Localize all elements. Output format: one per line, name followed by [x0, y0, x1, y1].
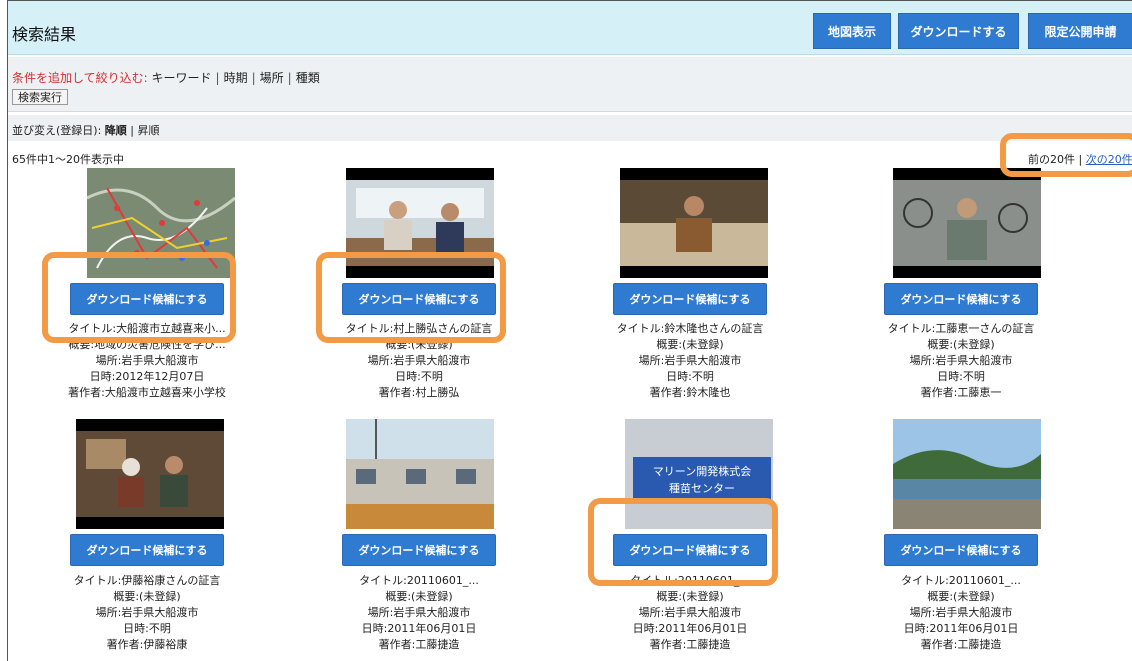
result-author: 著作者:工藤捷造 [920, 638, 1002, 651]
map-view-button[interactable]: 地図表示 [813, 13, 891, 49]
result-place: 場所:岩手県大船渡市 [909, 606, 1013, 619]
result-thumbnail-video[interactable] [893, 168, 1041, 278]
separator: | [287, 71, 292, 85]
result-thumbnail-video[interactable] [620, 168, 768, 278]
add-candidate-button[interactable]: ダウンロード候補にする [342, 534, 496, 566]
result-place: 場所:岩手県大船渡市 [367, 354, 471, 367]
separator: | [251, 71, 256, 85]
add-candidate-button[interactable]: ダウンロード候補にする [884, 534, 1038, 566]
result-thumbnail-video[interactable] [76, 419, 224, 529]
filter-link-period[interactable]: 時期 [224, 71, 248, 85]
result-author: 著作者:鈴木隆也 [649, 386, 731, 399]
sort-bar: 並び変え(登録日): 降順 | 昇順 [8, 115, 1132, 141]
filter-condition-label: 条件を追加して絞り込む: [12, 71, 148, 85]
filter-link-keyword[interactable]: キーワード [152, 71, 212, 85]
filter-panel: 条件を追加して絞り込む: キーワード | 時期 | 場所 | 種類 検索実行 [8, 57, 1132, 112]
result-author: 著作者:工藤捷造 [378, 638, 460, 651]
result-info: タイトル:20110601_... 概要:(未登録) 場所:岩手県大船渡市 日時… [309, 573, 529, 653]
result-info: タイトル:20110601_... 概要:(未登録) 場所:岩手県大船渡市 日時… [851, 573, 1071, 653]
result-title[interactable]: タイトル:伊藤裕康さんの証言 [37, 573, 257, 589]
result-thumbnail-photo[interactable] [346, 419, 494, 529]
result-count: 65件中1〜20件表示中 [12, 153, 124, 166]
result-date: 日時:2012年12月07日 [89, 370, 205, 383]
page-header: 検索結果 地図表示 ダウンロードする 限定公開申請 [8, 1, 1132, 55]
sort-line: 並び変え(登録日): 降順 | 昇順 [12, 122, 160, 138]
result-author: 著作者:伊藤裕康 [106, 638, 188, 651]
result-title[interactable]: タイトル:工藤恵一さんの証言 [851, 321, 1071, 337]
separator: | [215, 71, 220, 85]
result-place: 場所:岩手県大船渡市 [95, 606, 199, 619]
sort-asc-link[interactable]: 昇順 [138, 124, 160, 137]
result-date: 日時:2011年06月01日 [632, 622, 748, 635]
search-execute-button[interactable]: 検索実行 [12, 89, 68, 105]
highlight-annotation [1000, 133, 1132, 177]
highlight-annotation [316, 252, 506, 343]
svg-text:種苗センター: 種苗センター [669, 481, 735, 495]
result-title[interactable]: タイトル:鈴木隆也さんの証言 [580, 321, 800, 337]
search-results-page: 検索結果 地図表示 ダウンロードする 限定公開申請 条件を追加して絞り込む: キ… [7, 0, 1132, 661]
svg-text:マリーン開発株式会: マリーン開発株式会 [653, 464, 751, 478]
result-summary: 概要:(未登録) [927, 590, 995, 603]
result-author: 著作者:大船渡市立越喜来小学校 [68, 386, 226, 399]
restricted-request-button[interactable]: 限定公開申請 [1028, 13, 1132, 49]
result-summary: 概要:(未登録) [113, 590, 181, 603]
result-info: タイトル:鈴木隆也さんの証言 概要:(未登録) 場所:岩手県大船渡市 日時:不明… [580, 321, 800, 401]
result-summary: 概要:(未登録) [927, 338, 995, 351]
result-summary: 概要:(未登録) [385, 590, 453, 603]
result-place: 場所:岩手県大船渡市 [95, 354, 199, 367]
result-date: 日時:2011年06月01日 [361, 622, 477, 635]
result-info: タイトル:工藤恵一さんの証言 概要:(未登録) 場所:岩手県大船渡市 日時:不明… [851, 321, 1071, 401]
add-candidate-button[interactable]: ダウンロード候補にする [613, 283, 767, 315]
result-date: 日時:不明 [395, 370, 443, 383]
result-summary: 概要:(未登録) [656, 590, 724, 603]
filter-line: 条件を追加して絞り込む: キーワード | 時期 | 場所 | 種類 [12, 69, 320, 86]
filter-link-place[interactable]: 場所 [260, 71, 284, 85]
result-place: 場所:岩手県大船渡市 [909, 354, 1013, 367]
result-place: 場所:岩手県大船渡市 [367, 606, 471, 619]
sort-desc-link[interactable]: 降順 [105, 124, 127, 137]
result-place: 場所:岩手県大船渡市 [638, 606, 742, 619]
result-author: 著作者:村上勝弘 [378, 386, 460, 399]
highlight-annotation [588, 498, 778, 586]
result-author: 著作者:工藤捷造 [649, 638, 731, 651]
filter-link-type[interactable]: 種類 [296, 71, 320, 85]
result-date: 日時:不明 [937, 370, 985, 383]
sort-label: 並び変え(登録日): [12, 124, 102, 137]
result-date: 日時:不明 [123, 622, 171, 635]
result-summary: 概要:(未登録) [656, 338, 724, 351]
result-info: タイトル:伊藤裕康さんの証言 概要:(未登録) 場所:岩手県大船渡市 日時:不明… [37, 573, 257, 653]
download-button[interactable]: ダウンロードする [898, 13, 1019, 49]
result-date: 日時:2011年06月01日 [903, 622, 1019, 635]
result-thumbnail-photo[interactable] [893, 419, 1041, 529]
highlight-annotation [42, 252, 236, 343]
result-title[interactable]: タイトル:20110601_... [309, 573, 529, 589]
result-title[interactable]: タイトル:20110601_... [851, 573, 1071, 589]
add-candidate-button[interactable]: ダウンロード候補にする [70, 534, 224, 566]
page-title: 検索結果 [12, 25, 77, 44]
result-date: 日時:不明 [666, 370, 714, 383]
separator: | [130, 124, 135, 137]
result-author: 著作者:工藤恵一 [920, 386, 1002, 399]
add-candidate-button[interactable]: ダウンロード候補にする [884, 283, 1038, 315]
result-place: 場所:岩手県大船渡市 [638, 354, 742, 367]
